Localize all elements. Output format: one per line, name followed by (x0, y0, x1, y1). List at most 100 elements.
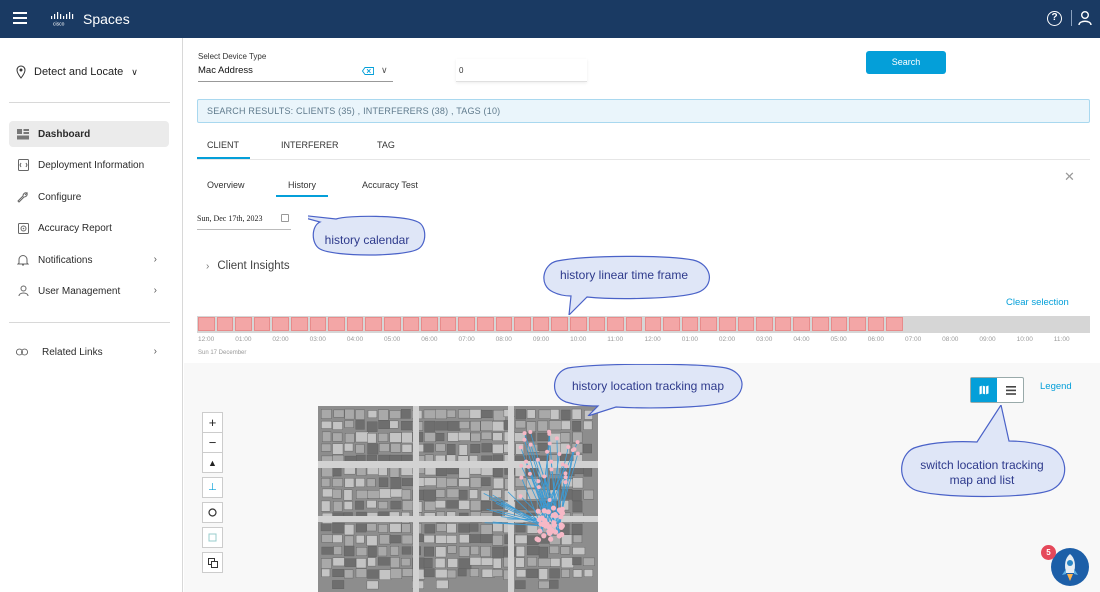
tab-accuracy-test[interactable]: Accuracy Test (362, 180, 418, 190)
floor-room (469, 534, 481, 543)
timeline-segment[interactable] (198, 317, 215, 331)
close-icon[interactable]: ✕ (1064, 169, 1075, 185)
timeline-segment[interactable] (663, 317, 680, 331)
floor-room (560, 432, 571, 443)
tab-client[interactable]: CLIENT (196, 140, 251, 159)
floor-room (401, 478, 414, 487)
timeline-segment[interactable] (458, 317, 476, 331)
tab-overview[interactable]: Overview (207, 180, 245, 190)
sidebar-item-deployment-information[interactable]: Deployment Information (9, 152, 169, 178)
timeline-segment[interactable] (607, 317, 624, 331)
timeline-segment[interactable] (756, 317, 773, 331)
zoom-in-button[interactable]: + (202, 412, 223, 433)
timeline-segment[interactable] (216, 317, 234, 331)
timeline-segment[interactable] (495, 317, 513, 331)
timeline-segment[interactable] (886, 317, 903, 331)
history-date-picker[interactable]: Sun, Dec 17th, 2023 (197, 210, 291, 230)
floor-corridor (318, 461, 598, 468)
device-type-select[interactable]: Mac Address ∨ (198, 65, 393, 82)
timeline-segment[interactable] (235, 317, 252, 331)
timeline-segment[interactable] (477, 317, 494, 331)
timeline-segment[interactable] (514, 317, 531, 331)
floor-room (560, 420, 571, 430)
user-profile-icon[interactable] (1078, 10, 1092, 26)
timeline-segment[interactable] (718, 317, 736, 331)
floor-room (583, 569, 594, 577)
sidebar-item-user-management[interactable]: User Management › (9, 278, 169, 304)
sidebar-item-accuracy-report[interactable]: Accuracy Report (9, 215, 169, 241)
clear-selection-link[interactable]: Clear selection (1006, 297, 1069, 308)
legend-link[interactable]: Legend (1040, 381, 1072, 392)
tab-history[interactable]: History (275, 180, 329, 197)
tab-tag[interactable]: TAG (377, 140, 395, 150)
timeline-segment[interactable] (439, 317, 457, 331)
timeline-segment[interactable] (328, 317, 345, 331)
floor-room (355, 535, 365, 544)
floor-room (343, 466, 356, 475)
sidebar-item-notifications[interactable]: Notifications › (9, 247, 169, 273)
floor-plan-map[interactable] (318, 406, 598, 592)
floor-filter-icon[interactable]: ⊥ (202, 477, 223, 498)
timeline-segment[interactable] (700, 317, 717, 331)
chevron-down-icon[interactable]: ∨ (381, 65, 388, 76)
calendar-icon[interactable] (281, 214, 289, 222)
timeline-segment[interactable] (811, 317, 829, 331)
compass-icon[interactable]: ▲ (202, 452, 223, 473)
timeline-segment[interactable] (402, 317, 420, 331)
tab-interferer[interactable]: INTERFERER (281, 140, 339, 150)
timeline-segment[interactable] (588, 317, 606, 331)
timeline-segment[interactable] (421, 317, 438, 331)
timeline-segment[interactable] (365, 317, 383, 331)
notifications-launcher[interactable]: 5 (1041, 545, 1090, 587)
rectangle-tool-icon[interactable] (202, 527, 223, 548)
timeline-segment[interactable] (625, 317, 643, 331)
timeline-segment[interactable] (272, 317, 289, 331)
search-input[interactable] (456, 59, 587, 82)
client-insights-toggle[interactable]: › Client Insights (206, 260, 290, 272)
timeline-tick-label: 08:00 (495, 336, 512, 343)
timeline-ticks: 12:00 01:00 02:00 03:00 04:00 05:00 06:00 07:00… (197, 336, 1090, 348)
timeline-segment[interactable] (384, 317, 401, 331)
circle-tool-icon[interactable] (202, 502, 223, 523)
timeline-segment[interactable] (291, 317, 308, 331)
list-view-button[interactable] (998, 378, 1024, 402)
floor-room (343, 489, 353, 501)
clear-icon[interactable] (362, 67, 374, 75)
floor-room (572, 421, 582, 432)
timeline-segment[interactable] (570, 317, 587, 331)
floor-room (390, 443, 401, 453)
hamburger-menu-icon[interactable] (13, 12, 27, 24)
timeline-segment[interactable] (774, 317, 792, 331)
sidebar-item-configure[interactable]: Configure (9, 184, 169, 210)
search-button[interactable]: Search (866, 51, 946, 74)
timeline-segment[interactable] (849, 317, 866, 331)
timeline-segment[interactable] (253, 317, 271, 331)
zoom-out-button[interactable]: − (202, 432, 223, 453)
cisco-logo-text: cisco (53, 22, 65, 28)
help-icon[interactable]: ? (1047, 11, 1062, 26)
timeline-segment[interactable] (830, 317, 848, 331)
location-dot (536, 485, 541, 490)
floor-room (355, 420, 365, 430)
timeline-segment[interactable] (867, 317, 885, 331)
detect-and-locate-menu[interactable]: Detect and Locate ∨ (16, 65, 138, 79)
copy-icon[interactable] (202, 552, 223, 573)
timeline-segment[interactable] (737, 317, 755, 331)
timeline-tick-label: 05:00 (384, 336, 401, 343)
sidebar-item-related-links[interactable]: Related Links › (9, 339, 169, 365)
timeline-segment[interactable] (681, 317, 699, 331)
map-view-button[interactable] (971, 378, 997, 402)
timeline-segment[interactable] (793, 317, 810, 331)
floor-room (366, 535, 378, 546)
timeline-tick-label: 11:00 (607, 336, 624, 343)
timeline-segment[interactable] (346, 317, 364, 331)
sidebar-item-dashboard[interactable]: Dashboard (9, 121, 169, 147)
timeline-segment[interactable] (532, 317, 550, 331)
timeline-tick-label: 12:00 (198, 336, 215, 343)
timeline-tick-label: 02:00 (272, 336, 289, 343)
floor-room (527, 546, 540, 556)
timeline-segment[interactable] (551, 317, 569, 331)
history-timeline[interactable] (197, 316, 1090, 333)
timeline-segment[interactable] (644, 317, 662, 331)
timeline-segment[interactable] (309, 317, 327, 331)
